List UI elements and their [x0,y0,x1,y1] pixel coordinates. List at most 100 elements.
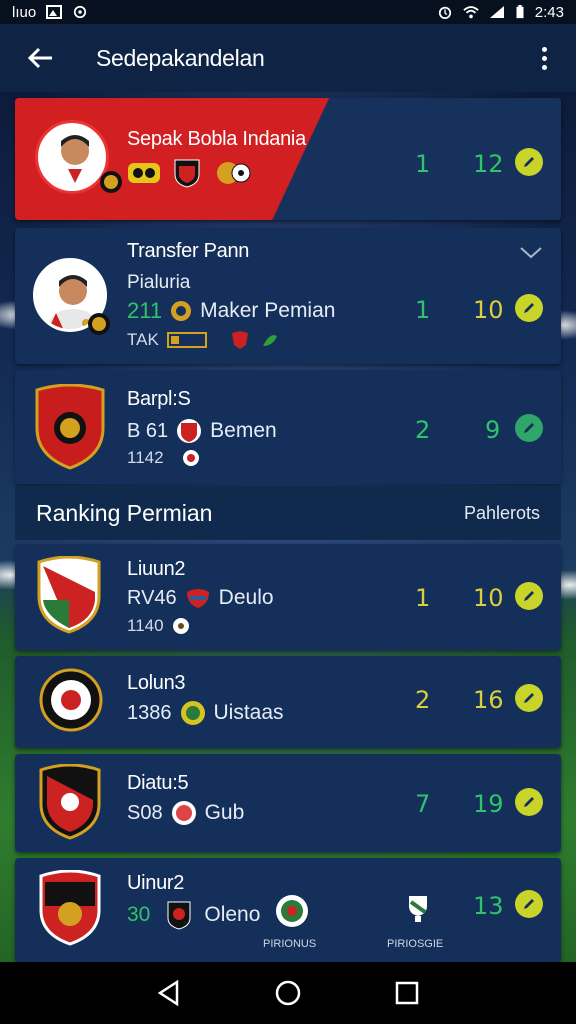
stat-label: PIRIOSGIE [387,938,444,950]
back-arrow-icon [27,47,52,69]
card-title: Uinur2 [127,872,185,894]
stat-primary: 2 [415,686,431,714]
edit-button[interactable] [515,294,543,322]
club-crest-icon [39,870,101,946]
club-crest-icon [182,450,199,466]
player-avatar [35,120,109,194]
edit-button[interactable] [515,148,543,176]
club-crest-icon [262,335,277,346]
club-crest-icon [177,419,202,443]
card-line-text: Uistaas [213,701,284,724]
club-crest-icon [171,801,196,825]
stat-secondary: 19 [473,790,504,818]
card-line-text: Gub [204,801,245,824]
card-line-text: Oleno [204,903,261,926]
stat-secondary: 10 [473,296,504,324]
image-notification-icon [46,5,63,19]
card-line-value: 211 [127,298,163,323]
club-crest-icon [231,331,248,349]
league-logo-icon [128,163,160,183]
carrier-label: lıuo [12,3,37,21]
club-crest-icon [174,159,200,188]
nav-back-icon [158,980,179,1006]
club-crest-icon [180,701,205,725]
stat-primary: 7 [415,790,431,818]
stat-secondary: 9 [485,416,501,444]
card-meta-text: TAK [127,330,159,349]
chevron-down-icon[interactable] [519,244,543,260]
club-crest-icon [172,618,189,634]
card-title: Barpl:S [127,388,191,410]
card-title: Lolun3 [127,672,186,694]
card-line-text: Bemen [210,419,277,442]
card-line: 30 Oleno [127,900,260,930]
club-card[interactable]: Barpl:S B 61 Bemen 1142 2 9 [15,370,561,484]
edit-pencil-icon [524,423,534,433]
edit-button[interactable] [515,788,543,816]
club-crest-icon [88,313,110,335]
edit-pencil-icon [524,693,534,703]
alarm-icon [438,6,451,19]
nav-recents-button[interactable] [387,973,427,1013]
card-line: S08 Gub [127,800,244,826]
club-crest-icon [37,556,101,634]
club-crest-icon [167,901,191,930]
nav-home-button[interactable] [268,973,308,1013]
card-line: 1386 Uistaas [127,700,284,726]
signal-icon [489,6,504,18]
card-line-value: S08 [127,801,163,824]
club-crest-icon [171,301,192,321]
stat-secondary: 10 [473,584,504,612]
card-line: 211 Maker Pemian [127,298,335,324]
edit-pencil-icon [524,157,534,167]
card-meta-text: 1140 [127,616,164,635]
ranking-row[interactable]: Uinur2 30 Oleno PIRIONUS PIRIOSGIE 13 [15,858,561,962]
page-title: Sedepakandelan [96,44,265,71]
badge-icon [166,332,207,348]
edit-button[interactable] [515,582,543,610]
system-nav-bar [0,962,576,1024]
card-meta: 1142 [127,448,200,468]
edit-pencil-icon [524,797,534,807]
stat-secondary: 13 [473,892,504,920]
status-bar: lıuo 2:43 [0,0,576,24]
stat-label: PIRIONUS [263,938,317,950]
ranking-row[interactable]: Diatu:5 S08 Gub 7 19 [15,754,561,852]
edit-button[interactable] [515,684,543,712]
stat-secondary: 12 [473,150,504,178]
ranking-row[interactable]: Lolun3 1386 Uistaas 2 16 [15,656,561,748]
card-meta: TAK [127,330,281,350]
player-card-featured[interactable]: Sepak Bobla Indania 1 12 [15,98,561,220]
ball-icon [217,162,251,184]
stat-primary: 1 [415,296,431,324]
ranking-row[interactable]: Liuun2 RV46 Deulo 1140 1 10 [15,544,561,650]
section-title: Ranking Permian [36,499,213,526]
wifi-icon [463,6,479,19]
card-line-value: 1386 [127,701,172,724]
club-crest-icon [276,895,308,927]
nav-recents-icon [395,981,418,1005]
card-meta: 1140 [127,616,190,636]
stat-secondary: 16 [473,686,504,714]
stat-primary: 1 [415,150,431,178]
card-line-value: RV46 [127,586,177,609]
stat-primary: 1 [415,584,431,612]
clock: 2:43 [534,3,564,21]
card-title: Transfer Pann [127,240,250,262]
card-line-value: 30 [127,903,151,926]
section-link[interactable]: Pahlerots [464,503,540,524]
club-crest-icon [35,384,105,470]
more-options-button[interactable] [532,38,556,78]
player-card-transfer[interactable]: Transfer Pann Pialuria 211 Maker Pemian … [15,228,561,364]
club-crest-icon [186,589,209,608]
edit-button[interactable] [515,890,543,918]
edit-pencil-icon [524,899,534,909]
card-line-value: B 61 [127,419,169,442]
edit-button[interactable] [515,414,543,442]
trophy-icon [409,896,427,922]
card-line: RV46 Deulo [127,586,274,610]
club-crest-icon [39,668,103,732]
back-button[interactable] [20,38,60,78]
nav-back-button[interactable] [149,973,189,1013]
ranking-section-header: Ranking Permian Pahlerots [15,486,561,540]
